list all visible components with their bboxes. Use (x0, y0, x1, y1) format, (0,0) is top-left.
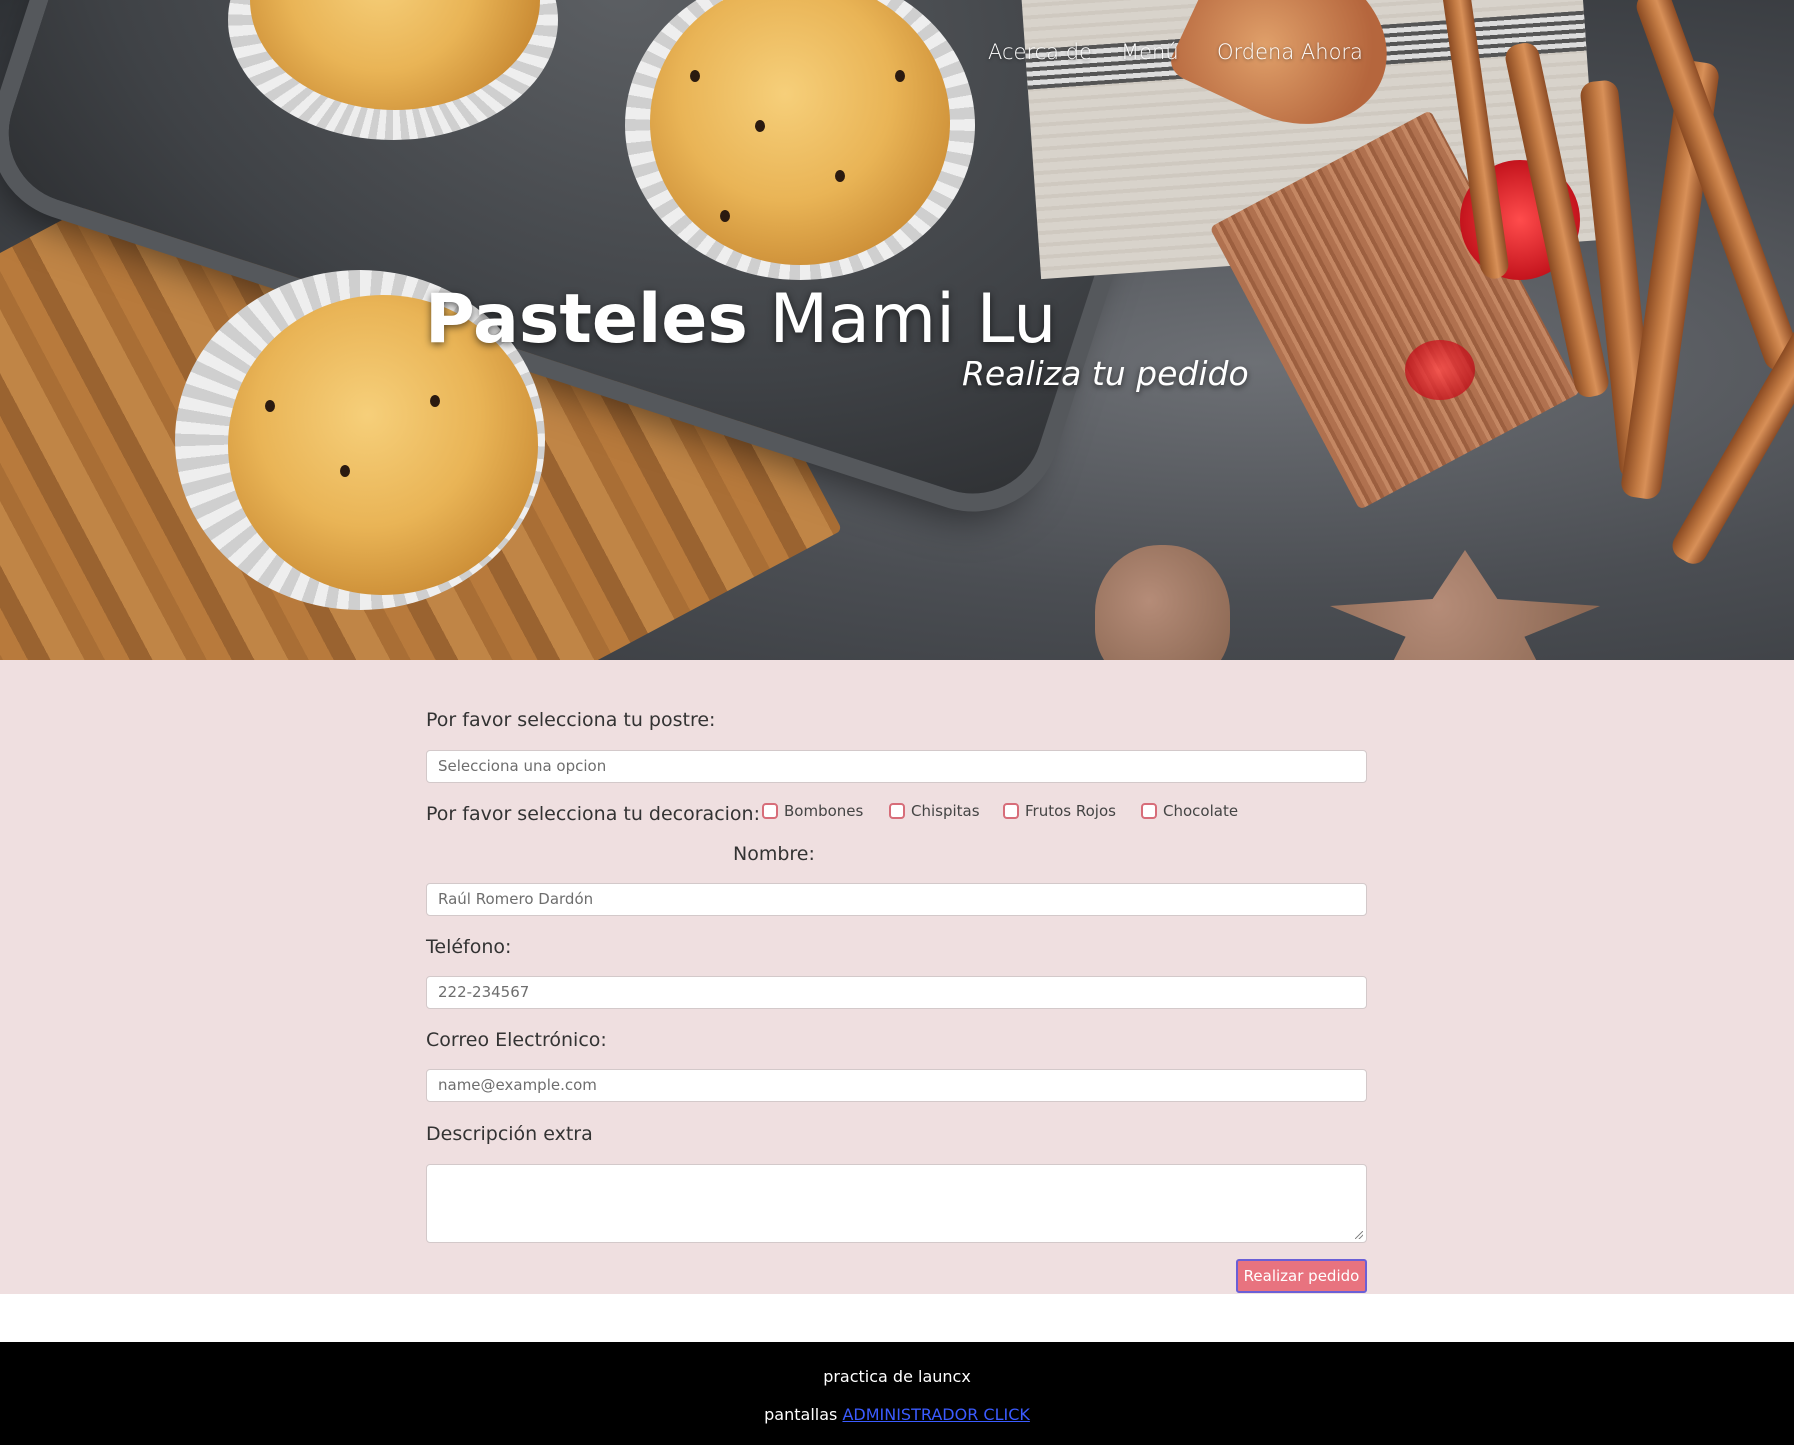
telefono-label: Teléfono: (426, 936, 512, 958)
nombre-label: Nombre: (733, 843, 815, 865)
correo-input[interactable]: name@example.com (426, 1069, 1367, 1102)
chocolate-chip (720, 210, 730, 222)
footer: practica de launcx pantallas ADMINISTRAD… (0, 1342, 1794, 1445)
hero-banner: Acerca de Menú Ordena Ahora Pasteles Mam… (0, 0, 1794, 660)
descripcion-label: Descripción extra (426, 1123, 593, 1145)
checkbox-box[interactable] (889, 803, 905, 819)
postre-select[interactable]: Selecciona una opcion (426, 750, 1367, 783)
correo-label: Correo Electrónico: (426, 1029, 607, 1051)
realizar-pedido-button[interactable]: Realizar pedido (1236, 1259, 1367, 1293)
chocolate-chip (690, 70, 700, 82)
title-bold: Pasteles (425, 280, 748, 359)
checkbox-label: Frutos Rojos (1025, 802, 1116, 820)
resize-grip-icon[interactable] (1355, 1231, 1363, 1239)
postre-label: Por favor selecciona tu postre: (426, 709, 716, 731)
telefono-input[interactable]: 222-234567 (426, 976, 1367, 1009)
chocolate-chip (430, 395, 440, 407)
decoracion-label: Por favor selecciona tu decoracion: (426, 803, 760, 825)
title-light: Mami Lu (769, 280, 1057, 359)
nombre-input[interactable]: Raúl Romero Dardón (426, 883, 1367, 916)
star-cookie-image (1330, 550, 1600, 660)
nav-acerca-de[interactable]: Acerca de (988, 40, 1092, 64)
checkbox-box[interactable] (1003, 803, 1019, 819)
nav-ordena-ahora[interactable]: Ordena Ahora (1217, 40, 1363, 64)
top-nav: Acerca de Menú Ordena Ahora (0, 40, 1794, 70)
page-subtitle: Realiza tu pedido (962, 354, 1249, 393)
descripcion-textarea[interactable] (426, 1164, 1367, 1243)
nav-menu[interactable]: Menú (1121, 40, 1179, 64)
chocolate-chip (895, 70, 905, 82)
checkbox-label: Chispitas (911, 802, 980, 820)
footer-prefix: pantallas (764, 1405, 838, 1424)
footer-line-1: practica de launcx (823, 1367, 971, 1386)
heart-cookie-image (1095, 545, 1230, 660)
page-title: Pasteles Mami Lu (425, 280, 1056, 359)
checkbox-box[interactable] (1141, 803, 1157, 819)
checkbox-label: Chocolate (1163, 802, 1239, 820)
chocolate-chip (755, 120, 765, 132)
checkbox-box[interactable] (762, 803, 778, 819)
chocolate-chip (340, 465, 350, 477)
red-flower-image (1405, 340, 1475, 400)
chocolate-chip (265, 400, 275, 412)
footer-line-2: pantallas ADMINISTRADOR CLICK (0, 1405, 1794, 1424)
administrador-click-link[interactable]: ADMINISTRADOR CLICK (842, 1405, 1029, 1424)
checkbox-label: Bombones (784, 802, 864, 820)
chocolate-chip (835, 170, 845, 182)
